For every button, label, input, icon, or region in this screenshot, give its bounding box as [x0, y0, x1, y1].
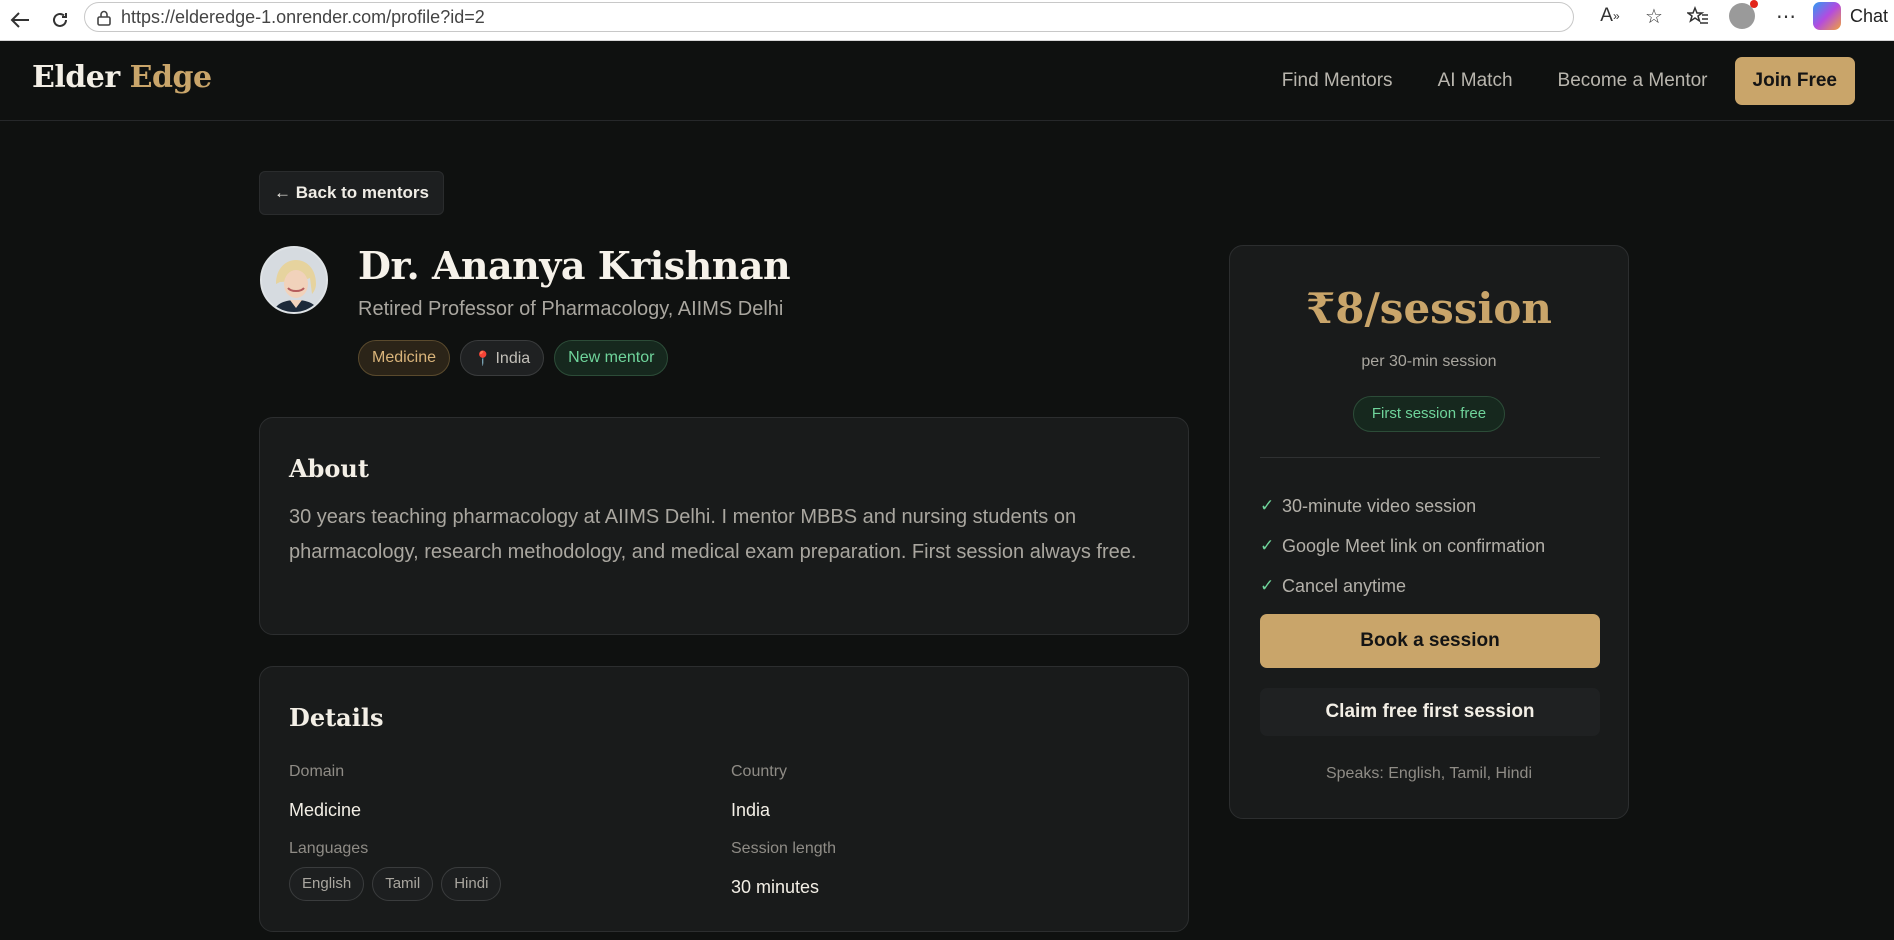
country-value: India: [731, 800, 771, 820]
details-card: Details Domain Medicine Country India La…: [259, 666, 1189, 932]
language-chip: English: [289, 867, 365, 901]
browser-refresh-icon[interactable]: [40, 4, 80, 36]
read-aloud-icon[interactable]: A»: [1588, 0, 1632, 32]
language-chips: English Tamil Hindi: [289, 867, 502, 901]
about-heading: About: [289, 454, 369, 483]
mentor-avatar: [260, 246, 328, 314]
check-icon: ✓: [1260, 536, 1275, 555]
divider: [1260, 457, 1600, 458]
book-session-button[interactable]: Book a session: [1260, 614, 1600, 668]
favorite-star-icon[interactable]: ☆: [1632, 0, 1676, 32]
session-length-value: 30 minutes: [731, 877, 820, 897]
main-nav: Find Mentors AI Match Become a Mentor Jo…: [1237, 57, 1855, 105]
nav-find-mentors[interactable]: Find Mentors: [1282, 70, 1393, 92]
first-session-free-badge: First session free: [1353, 396, 1505, 432]
country-tag: 📍 India: [460, 340, 545, 376]
site-logo[interactable]: Elder Edge: [32, 60, 212, 95]
browser-toolbar: https://elderedge-1.onrender.com/profile…: [0, 0, 1894, 41]
more-menu-icon[interactable]: ⋯: [1764, 0, 1808, 32]
about-text: 30 years teaching pharmacology at AIIMS …: [289, 506, 1137, 563]
country-label: Country: [731, 763, 788, 780]
details-heading: Details: [289, 703, 384, 732]
mentor-tags: Medicine 📍 India New mentor: [358, 340, 669, 376]
new-mentor-badge: New mentor: [554, 340, 669, 376]
feature-item: ✓ Google Meet link on confirmation: [1260, 535, 1546, 556]
pricing-card: ₹8/session per 30-min session First sess…: [1229, 245, 1629, 819]
join-free-button[interactable]: Join Free: [1734, 57, 1855, 105]
domain-tag: Medicine: [358, 340, 451, 376]
languages-label: Languages: [289, 840, 369, 857]
location-pin-icon: 📍: [474, 350, 492, 366]
profile-avatar-icon[interactable]: [1720, 0, 1764, 32]
nav-ai-match[interactable]: AI Match: [1438, 70, 1513, 92]
site-header: Elder Edge Find Mentors AI Match Become a…: [0, 41, 1894, 121]
mentor-name: Dr. Ananya Krishnan: [358, 243, 791, 288]
speaks-languages: Speaks: English, Tamil, Hindi: [1325, 765, 1533, 782]
session-price: ₹8/session: [1306, 284, 1552, 333]
claim-free-session-button[interactable]: Claim free first session: [1260, 688, 1600, 736]
mentor-title: Retired Professor of Pharmacology, AIIMS…: [358, 298, 784, 320]
feature-list: ✓ 30-minute video session ✓ Google Meet li…: [1260, 486, 1545, 606]
favorites-list-icon[interactable]: [1676, 0, 1720, 32]
back-to-mentors-button[interactable]: ← Back to mentors: [259, 171, 444, 215]
about-card: About 30 years teaching pharmacology at …: [259, 417, 1189, 635]
price-subtext: per 30-min session: [1361, 353, 1497, 370]
feature-item: ✓ 30-minute video session: [1260, 495, 1477, 516]
domain-label: Domain: [289, 763, 345, 780]
feature-item: ✓ Cancel anytime: [1260, 575, 1407, 596]
url-text: https://elderedge-1.onrender.com/profile…: [121, 6, 485, 27]
nav-become-mentor[interactable]: Become a Mentor: [1558, 70, 1708, 92]
chat-label[interactable]: Chat: [1850, 6, 1888, 27]
copilot-icon[interactable]: [1808, 0, 1846, 32]
language-chip: Hindi: [441, 867, 502, 901]
address-bar[interactable]: https://elderedge-1.onrender.com/profile…: [84, 2, 1574, 32]
domain-value: Medicine: [289, 800, 362, 820]
session-length-label: Session length: [731, 840, 836, 857]
lock-icon: [97, 10, 111, 26]
check-icon: ✓: [1260, 496, 1275, 515]
language-chip: Tamil: [372, 867, 434, 901]
browser-back-icon[interactable]: [0, 4, 40, 36]
check-icon: ✓: [1260, 576, 1275, 595]
